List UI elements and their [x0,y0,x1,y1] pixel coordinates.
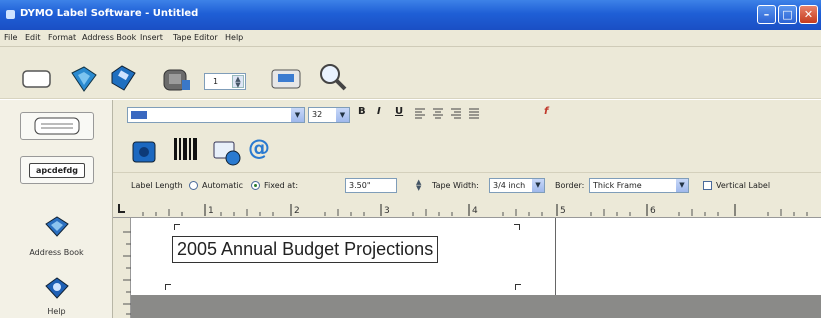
workspace-background [131,295,821,318]
vertical-label-checkbox[interactable] [703,181,712,190]
font-size-select[interactable]: 32 ▼ [308,107,350,123]
maximize-button[interactable]: □ [778,5,797,24]
sidebar-item-address-book[interactable]: Address Book [0,248,113,257]
fixed-length-value: 3.50" [349,181,371,190]
tape-label-button[interactable]: apcdefdg [20,156,94,184]
copies-value: 1 [213,77,219,86]
menu-format[interactable]: Format [48,33,76,42]
ruler-ticks: 1 2 3 4 5 6 [118,204,808,216]
label-text-object[interactable]: 2005 Annual Budget Projections [172,236,439,263]
insert-clipart-icon[interactable] [212,138,244,168]
insert-barcode-icon[interactable] [172,136,202,166]
menu-tape-editor[interactable]: Tape Editor [173,33,218,42]
tape-width-label: Tape Width: [432,181,479,190]
automatic-label: Automatic [202,181,244,190]
chevron-down-icon: ▼ [336,108,349,122]
menu-edit[interactable]: Edit [25,33,41,42]
vertical-ruler-ticks [123,231,131,315]
fixed-at-label: Fixed at: [264,181,299,190]
help-icon[interactable] [43,275,71,301]
align-right-icon[interactable] [451,108,461,119]
font-size-value: 32 [312,110,323,119]
insert-address-icon[interactable]: @ [248,136,270,161]
chevron-down-icon: ▼ [676,179,688,192]
address-label-button[interactable] [20,112,94,140]
bold-button[interactable]: B [358,106,366,117]
window-title: DYMO Label Software - Untitled [20,8,199,19]
sidebar-item-help[interactable]: Help [0,307,113,316]
automatic-radio[interactable] [189,181,198,190]
minimize-button[interactable]: – [757,5,776,24]
close-icon: ✕ [803,8,814,21]
open-icon[interactable] [68,63,100,93]
tape-label-icon: apcdefdg [29,163,85,178]
menu-file[interactable]: File [4,33,17,42]
ruler-mark-5: 5 [560,206,566,216]
ruler-mark-6: 6 [650,206,656,216]
ruler-mark-1: 1 [208,206,214,216]
vertical-ruler [113,218,131,318]
underline-button[interactable]: U [395,106,403,117]
address-book-icon[interactable] [43,214,71,240]
menu-address-book[interactable]: Address Book [82,33,136,42]
tape-width-value: 3/4 inch [493,181,526,190]
close-button[interactable]: ✕ [799,5,818,24]
font-family-select[interactable]: ▼ [127,107,305,123]
insert-image-icon[interactable] [130,138,160,166]
function-button[interactable]: f [544,106,548,117]
copies-stepper[interactable]: 1 ▲ ▼ [204,73,246,90]
menu-help[interactable]: Help [225,33,243,42]
tape-label-text: apcdefdg [36,166,78,175]
chevron-down-icon: ▼ [532,179,544,192]
crop-mark [174,224,180,230]
crop-mark [515,284,521,290]
align-left-icon[interactable] [415,108,425,119]
italic-button[interactable]: I [377,106,381,117]
crop-mark [165,284,171,290]
zoom-icon[interactable] [316,60,350,94]
minimize-icon: – [763,8,770,21]
print-icon[interactable] [160,64,194,94]
tape-icon[interactable] [270,66,304,92]
fixed-length-input[interactable]: 3.50" [345,178,397,193]
maximize-icon: □ [782,8,793,21]
title-bar: DYMO Label Software - Untitled – □ ✕ [0,0,821,30]
border-value: Thick Frame [593,181,642,190]
fixed-at-radio[interactable] [251,181,260,190]
align-center-icon[interactable] [433,108,443,119]
label-length-label: Label Length [131,181,183,190]
border-select[interactable]: Thick Frame ▼ [589,178,689,193]
chevron-down-icon: ▼ [291,108,304,122]
label-properties-bar: Label Length Automatic Fixed at: 3.50" ▲… [113,172,821,198]
tape-width-select[interactable]: 3/4 inch ▼ [489,178,545,193]
menu-insert[interactable]: Insert [140,33,163,42]
align-justify-icon[interactable] [469,108,479,119]
crop-mark [514,224,520,230]
menu-bar: File Edit Format Address Book Insert Tap… [0,30,821,47]
font-name-highlight [131,111,147,119]
alignment-group [415,108,479,119]
horizontal-ruler: 1 2 3 4 5 6 [113,198,821,218]
new-label-icon[interactable] [22,68,52,90]
address-label-icon [34,117,80,135]
ruler-mark-3: 3 [384,206,390,216]
app-icon [6,10,15,19]
stepper-arrows[interactable]: ▲ ▼ [232,75,244,89]
vertical-label-text: Vertical Label [716,181,771,190]
ruler-mark-4: 4 [472,206,478,216]
label-edge-divider [555,218,556,295]
save-icon[interactable] [108,63,138,93]
length-stepper[interactable]: ▲ ▼ [416,179,421,192]
border-label: Border: [555,181,585,190]
ruler-mark-2: 2 [294,206,300,216]
